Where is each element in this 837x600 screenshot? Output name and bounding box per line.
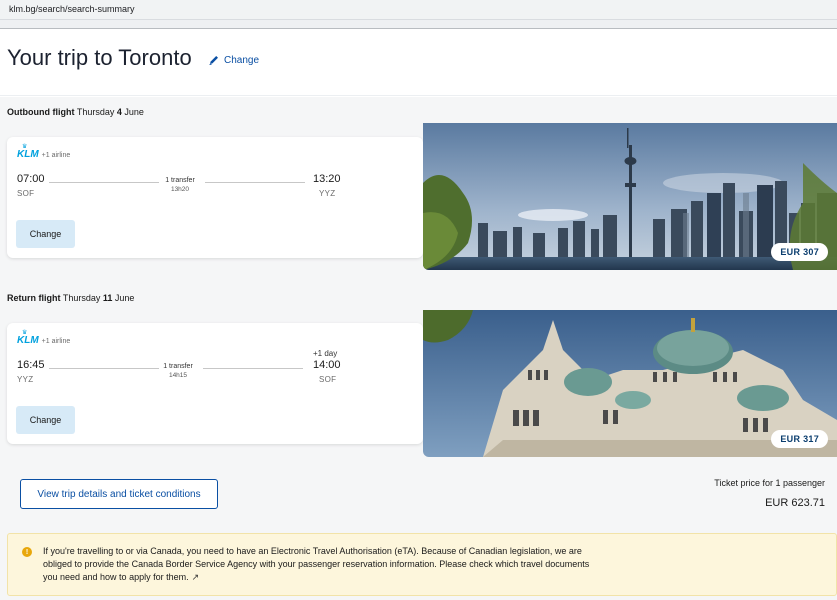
return-change-button[interactable]: Change (16, 406, 75, 434)
outbound-day: Thursday (76, 107, 115, 117)
depart-time: 16:45 (17, 359, 45, 371)
url-text[interactable]: klm.bg/search/search-summary (9, 4, 135, 14)
depart-code: SOF (17, 189, 35, 198)
airline-logo: ♛ KLM +1 airline (17, 330, 71, 346)
klm-logo-text: KLM (17, 335, 39, 346)
route-line-right (203, 368, 303, 369)
notice-text: If you're travelling to or via Canada, y… (43, 546, 590, 582)
browser-strip (0, 20, 837, 29)
notice-text-wrap: If you're travelling to or via Canada, y… (43, 545, 603, 584)
info-icon: ! (22, 547, 32, 557)
route-line-left (49, 182, 159, 183)
outbound-section-label: Outbound flight Thursday 4 June (7, 107, 144, 117)
arrive-code: YYZ (319, 189, 336, 198)
route-line-right (205, 182, 305, 183)
duration-label: 14h15 (168, 372, 188, 379)
ticket-price-label: Ticket price for 1 passenger (714, 478, 825, 488)
plus-day-label: +1 day (313, 349, 338, 358)
change-search-label: Change (224, 54, 260, 66)
pencil-icon (209, 56, 218, 65)
transfer-label: 1 transfer (165, 177, 195, 184)
change-search-link[interactable]: Change (208, 54, 259, 66)
outbound-price-badge: EUR 307 (771, 243, 828, 261)
return-label: Return flight (7, 293, 61, 303)
depart-time: 07:00 (17, 173, 45, 185)
outbound-change-button[interactable]: Change (16, 220, 75, 248)
external-link-icon[interactable]: ↗ (192, 571, 200, 584)
return-section-label: Return flight Thursday 11 June (7, 293, 134, 303)
toronto-photo: EUR 307 (423, 123, 837, 270)
outbound-label: Outbound flight (7, 107, 75, 117)
arrive-code: SOF (319, 375, 337, 384)
arrive-time: 14:00 (313, 359, 341, 371)
page-header: Your trip to Toronto Change (0, 30, 837, 96)
return-month: June (114, 293, 135, 303)
browser-address-bar[interactable]: klm.bg/search/search-summary (0, 0, 837, 20)
depart-code: YYZ (17, 375, 34, 384)
airline-logo: ♛ KLM +1 airline (17, 144, 71, 160)
klm-crown-icon: ♛ (22, 144, 27, 150)
extra-airline: +1 airline (41, 338, 71, 345)
klm-logo-text: KLM (17, 149, 39, 160)
transfer-label: 1 transfer (163, 363, 193, 370)
klm-crown-icon: ♛ (22, 330, 27, 336)
return-price-badge: EUR 317 (771, 430, 828, 448)
return-flight-card[interactable]: ♛ KLM +1 airline 16:45 YYZ 1 transfer 14… (7, 323, 423, 444)
outbound-flight-card[interactable]: ♛ KLM +1 airline 07:00 SOF 1 transfer 13… (7, 137, 423, 258)
extra-airline: +1 airline (41, 152, 71, 159)
view-trip-details-button[interactable]: View trip details and ticket conditions (20, 479, 218, 509)
page-title: Your trip to Toronto (7, 45, 192, 70)
return-date-num: 11 (102, 293, 113, 303)
return-day: Thursday (62, 293, 101, 303)
duration-label: 13h20 (170, 186, 190, 193)
eta-notice: ! If you're travelling to or via Canada,… (7, 533, 837, 596)
ticket-price-value: EUR 623.71 (765, 497, 825, 509)
arrive-time: 13:20 (313, 173, 341, 185)
route-line-left (49, 368, 159, 369)
outbound-date-num: 4 (116, 107, 122, 117)
outbound-month: June (124, 107, 144, 117)
sofia-photo: EUR 317 (423, 310, 837, 457)
